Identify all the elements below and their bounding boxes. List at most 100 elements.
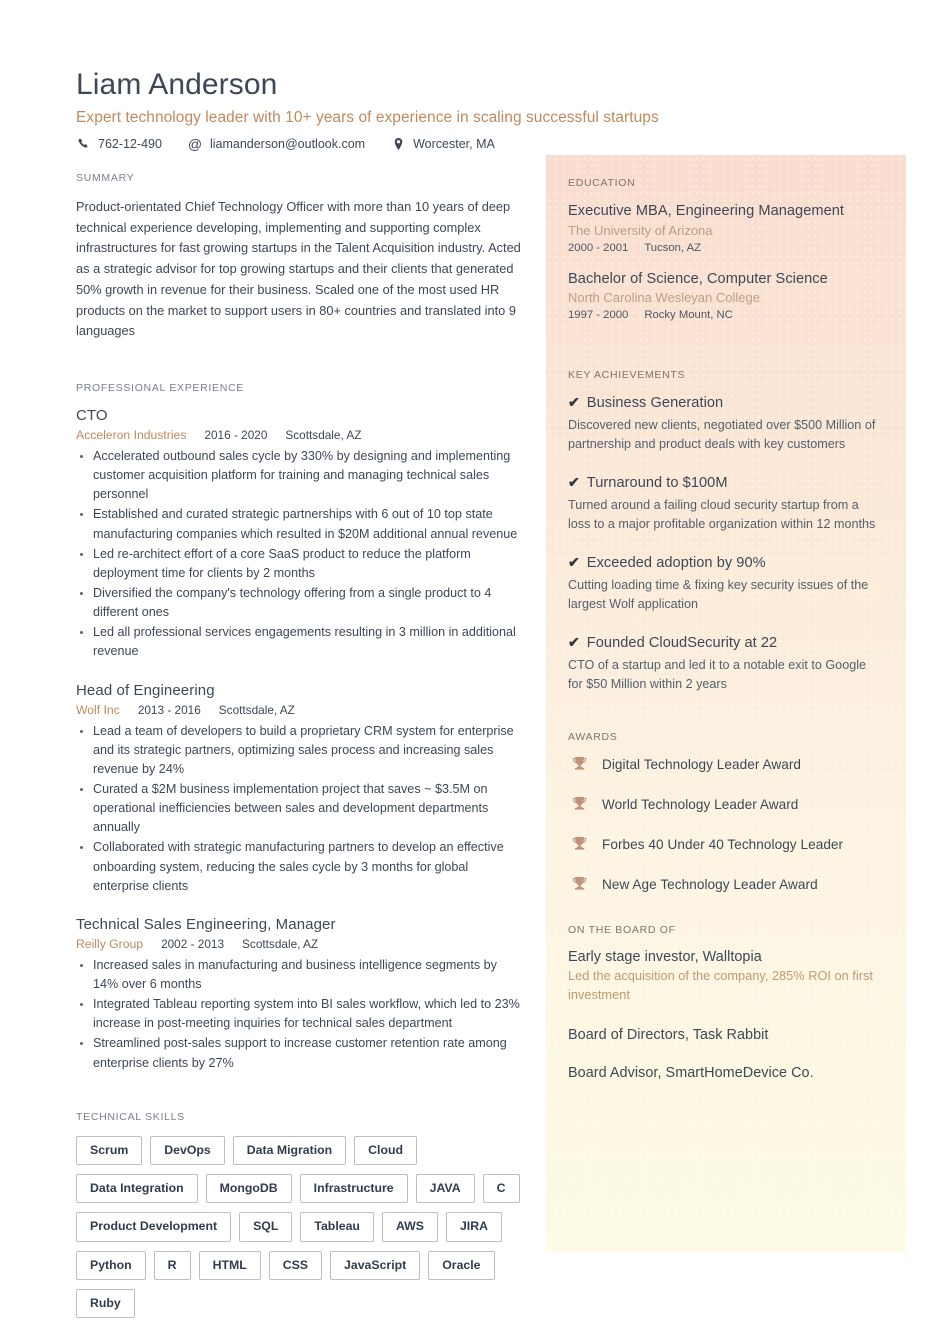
job-dates: 2016 - 2020 — [204, 428, 268, 443]
award-entry: World Technology Leader Award — [568, 796, 880, 812]
skill-chip[interactable]: AWS — [381, 1212, 438, 1242]
contact-phone[interactable]: 762-12-490 — [76, 137, 162, 151]
skill-chip[interactable]: HTML — [198, 1250, 261, 1280]
skill-chip[interactable]: DevOps — [150, 1135, 225, 1165]
education-location: Rocky Mount, NC — [644, 309, 733, 322]
section-education: EDUCATION Executive MBA, Engineering Man… — [568, 177, 880, 321]
board-title: Early stage investor, Walltopia — [568, 949, 762, 966]
headline: Expert technology leader with 10+ years … — [76, 108, 659, 126]
skill-chip[interactable]: Scrum — [76, 1135, 143, 1165]
award-entry: Forbes 40 Under 40 Technology Leader — [568, 836, 880, 852]
check-icon: ✔ — [568, 553, 580, 570]
skill-chip[interactable]: Infrastructure — [299, 1173, 408, 1204]
phone-value: 762-12-490 — [98, 136, 162, 151]
job-bullet: Collaborated with strategic manufacturin… — [76, 838, 524, 895]
education-entry: Bachelor of Science, Computer Science Nor… — [568, 270, 880, 322]
section-board: ON THE BOARD OF Early stage investor, Wa… — [568, 924, 880, 1080]
job-bullet: Integrated Tableau reporting system into… — [76, 995, 524, 1033]
skill-chip[interactable]: Data Migration — [232, 1135, 347, 1165]
board-entry: Early stage investor, Walltopia Led the a… — [568, 949, 880, 1004]
section-skills: TECHNICAL SKILLS Scrum DevOps Data Migrati… — [76, 1111, 524, 1319]
achievement-entry: ✔ Turnaround to $100M Turned around a fail… — [568, 474, 880, 534]
check-icon: ✔ — [568, 474, 580, 491]
achievement-desc: CTO of a startup and led it to a notable… — [568, 657, 867, 691]
job-bullet-list: Lead a team of developers to build a pro… — [76, 722, 524, 896]
education-location: Tucson, AZ — [644, 241, 702, 254]
education-label: EDUCATION — [568, 177, 636, 189]
job-entry: Head of Engineering Wolf Inc 2013 - 2016 Sc… — [76, 682, 524, 896]
skill-chip[interactable]: JavaScript — [330, 1250, 421, 1280]
job-title: Head of Engineering — [76, 681, 215, 699]
email-value: liamanderson@outlook.com — [209, 136, 366, 151]
achievement-title: Exceeded adoption by 90% — [586, 554, 766, 571]
skill-chip[interactable]: Product Development — [76, 1212, 232, 1242]
experience-label: PROFESSIONAL EXPERIENCE — [76, 382, 245, 395]
achievement-desc: Cutting loading time & fixing key securi… — [568, 577, 869, 611]
main-column: SUMMARY Product-orientated Chief Technol… — [76, 172, 524, 1319]
skill-chip[interactable]: SQL — [239, 1212, 293, 1242]
job-bullet: Accelerated outbound sales cycle by 330%… — [76, 447, 524, 504]
achievement-desc: Discovered new clients, negotiated over … — [568, 418, 876, 452]
job-bullet: Lead a team of developers to build a pro… — [76, 722, 524, 779]
skill-chip[interactable]: Ruby — [76, 1288, 135, 1319]
check-icon: ✔ — [568, 394, 580, 411]
skill-chip[interactable]: Cloud — [354, 1135, 418, 1165]
job-bullet: Established and curated strategic partne… — [76, 505, 524, 543]
job-meta: Acceleron Industries 2016 - 2020 Scottsdal… — [76, 428, 524, 442]
job-location: Scottsdale, AZ — [242, 936, 319, 951]
skill-chip[interactable]: R — [153, 1250, 191, 1280]
awards-label: AWARDS — [568, 731, 618, 744]
skill-chip[interactable]: C — [482, 1173, 520, 1204]
contact-email[interactable]: @ liamanderson@outlook.com — [188, 137, 365, 151]
award-label: Digital Technology Leader Award — [602, 756, 802, 772]
job-bullet: Led all professional services engagement… — [76, 623, 524, 661]
skill-chip[interactable]: Oracle — [428, 1250, 495, 1280]
trophy-icon — [568, 876, 590, 892]
sidebar: EDUCATION Executive MBA, Engineering Man… — [546, 155, 906, 1252]
achievement-title-row: ✔ Founded CloudSecurity at 22 — [568, 634, 880, 651]
job-bullet: Streamlined post-sales support to increa… — [76, 1034, 524, 1072]
award-label: New Age Technology Leader Award — [602, 876, 818, 892]
resume-header: Liam Anderson Expert technology leader w… — [76, 68, 776, 151]
skill-chip[interactable]: JAVA — [415, 1173, 475, 1204]
job-bullet-list: Accelerated outbound sales cycle by 330%… — [76, 447, 524, 662]
board-label: ON THE BOARD OF — [568, 924, 676, 937]
skill-chip[interactable]: Tableau — [300, 1212, 374, 1242]
achievement-desc: Turned around a failing cloud security s… — [568, 498, 876, 532]
skill-chip-list: Scrum DevOps Data Migration Cloud Data Integ… — [76, 1135, 524, 1319]
achievement-title: Founded CloudSecurity at 22 — [586, 634, 778, 651]
board-title: Board Advisor, SmartHomeDevice Co. — [568, 1064, 814, 1081]
phone-icon — [76, 138, 90, 149]
skill-chip[interactable]: Python — [76, 1250, 146, 1280]
achievement-list: ✔ Business Generation Discovered new clien… — [568, 394, 880, 693]
board-entry: Board of Directors, Task Rabbit — [568, 1027, 880, 1043]
job-company: Acceleron Industries — [76, 428, 187, 443]
achievement-entry: ✔ Exceeded adoption by 90% Cutting loading… — [568, 554, 880, 614]
achievement-title: Turnaround to $100M — [586, 475, 728, 492]
education-degree: Executive MBA, Engineering Management — [568, 203, 845, 219]
skill-chip[interactable]: Data Integration — [76, 1173, 198, 1204]
skill-chip[interactable]: JIRA — [445, 1212, 502, 1242]
education-degree: Bachelor of Science, Computer Science — [568, 270, 828, 287]
job-dates: 2002 - 2013 — [161, 936, 225, 951]
summary-text: Product-orientated Chief Technology Offi… — [76, 199, 521, 339]
achievement-title-row: ✔ Business Generation — [568, 394, 880, 411]
contact-row: 762-12-490 @ liamanderson@outlook.com Wo… — [76, 137, 776, 151]
section-summary: SUMMARY Product-orientated Chief Technol… — [76, 172, 524, 342]
job-dates: 2013 - 2016 — [137, 702, 201, 717]
award-list: Digital Technology Leader Award World Tec… — [568, 756, 880, 892]
trophy-icon — [568, 836, 590, 852]
skill-chip[interactable]: MongoDB — [205, 1173, 292, 1204]
contact-location: Worcester, MA — [391, 137, 495, 151]
board-title: Board of Directors, Task Rabbit — [568, 1026, 769, 1043]
job-title: CTO — [76, 407, 108, 425]
board-entry: Board Advisor, SmartHomeDevice Co. — [568, 1065, 880, 1081]
page-title: Liam Anderson — [76, 68, 278, 101]
skill-chip[interactable]: CSS — [268, 1250, 323, 1280]
job-title: Technical Sales Engineering, Manager — [76, 915, 336, 933]
job-company: Wolf Inc — [76, 702, 120, 717]
